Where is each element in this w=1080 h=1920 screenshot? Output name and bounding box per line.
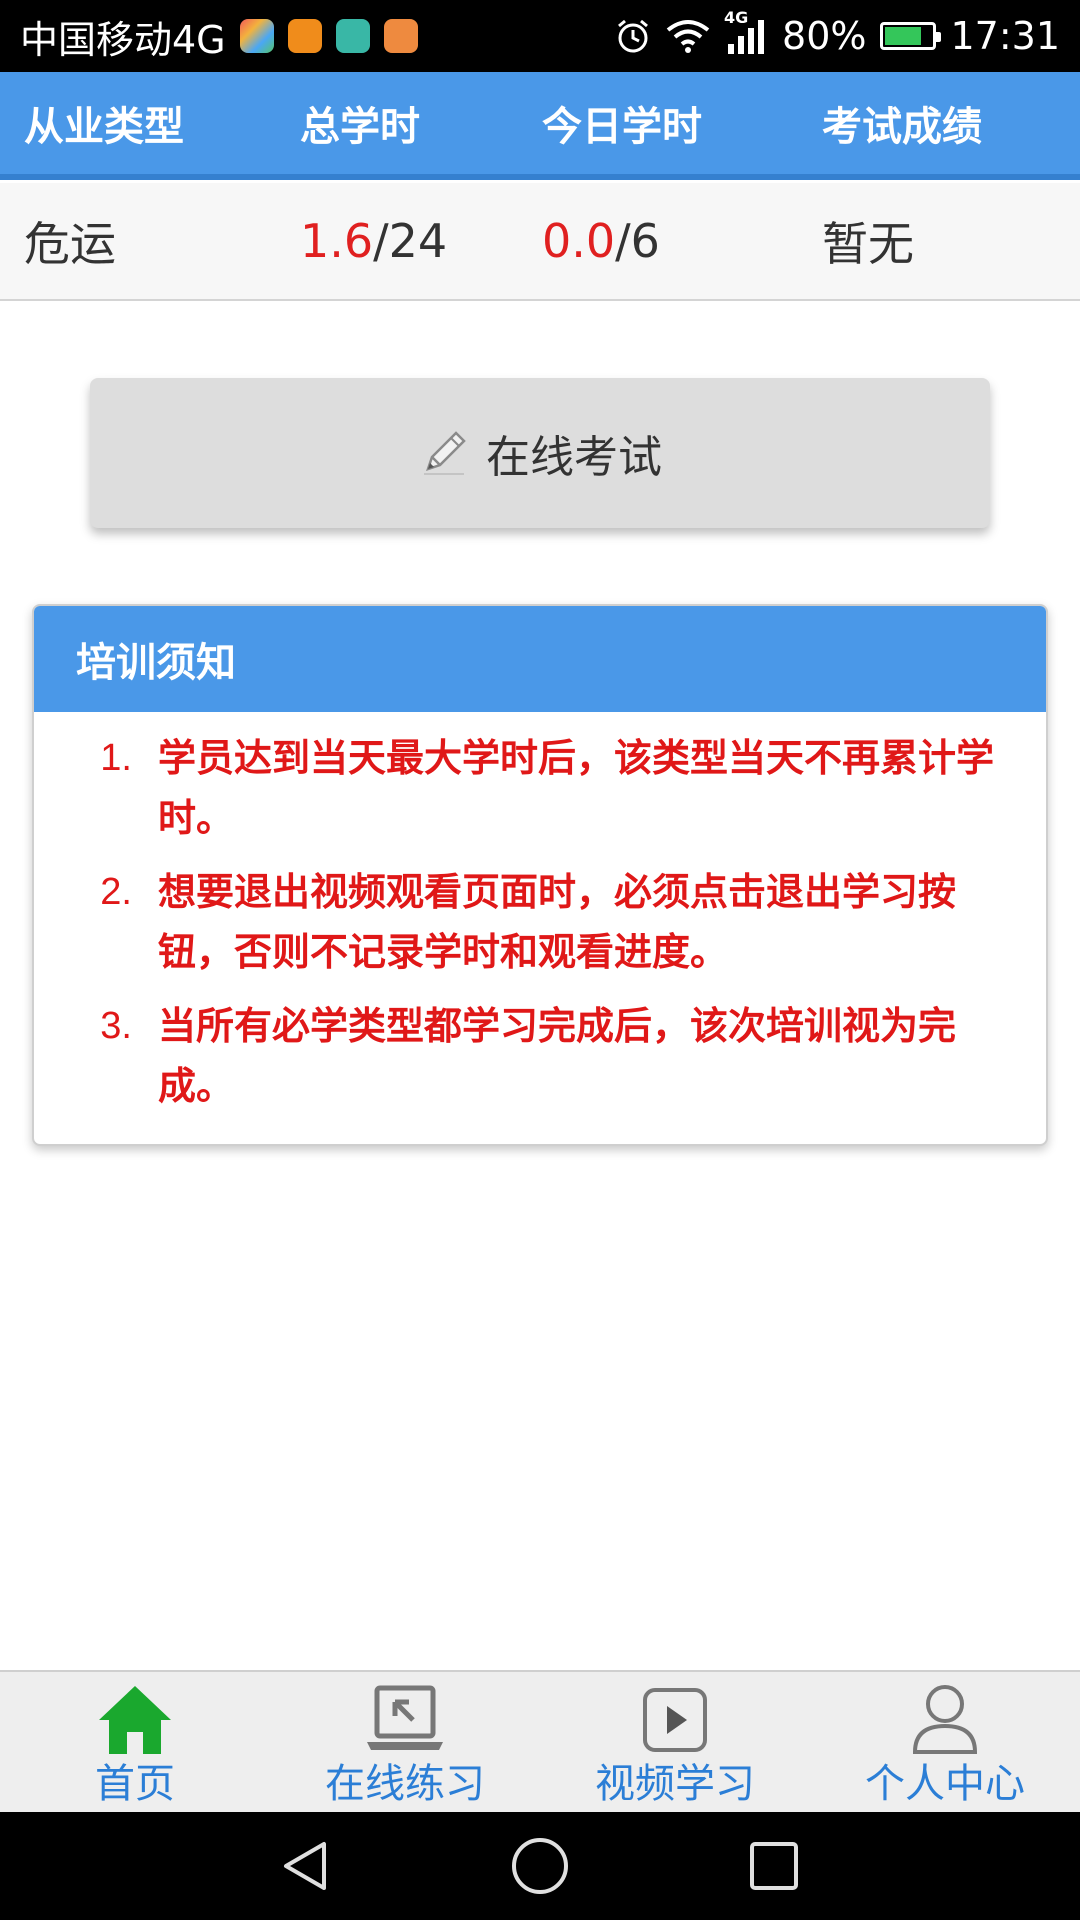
bottom-nav: 首页 在线练习 视频学习 个人中心 bbox=[0, 1670, 1080, 1812]
clock: 17:31 bbox=[950, 14, 1060, 58]
back-button[interactable] bbox=[274, 1834, 338, 1898]
notice-text: 当所有必学类型都学习完成后，该次培训视为完成。 bbox=[158, 1004, 957, 1108]
recents-button[interactable] bbox=[742, 1834, 806, 1898]
total-hours-required: /24 bbox=[373, 214, 448, 268]
study-table-header: 从业类型 总学时 今日学时 考试成绩 bbox=[0, 72, 1080, 180]
laptop-icon bbox=[367, 1685, 443, 1750]
online-exam-button[interactable]: 在线考试 bbox=[90, 378, 990, 528]
status-right: 4G 80% 17:31 bbox=[614, 8, 1060, 58]
nav-item-practice[interactable]: 在线练习 bbox=[270, 1672, 540, 1812]
nav-label-practice: 在线练习 bbox=[325, 1761, 485, 1807]
notice-number: 3. bbox=[100, 1005, 132, 1047]
notice-text: 想要退出视频观看页面时，必须点击退出学习按钮，否则不记录学时和观看进度。 bbox=[158, 870, 957, 974]
nav-label-home: 首页 bbox=[95, 1761, 175, 1807]
notice-text: 学员达到当天最大学时后，该类型当天不再累计学时。 bbox=[158, 736, 995, 840]
nav-item-home[interactable]: 首页 bbox=[0, 1672, 270, 1812]
total-hours-done: 1.6 bbox=[300, 214, 374, 268]
header-job-type: 从业类型 bbox=[24, 104, 184, 150]
today-hours-done: 0.0 bbox=[542, 214, 616, 268]
back-triangle-icon bbox=[284, 1842, 326, 1890]
today-hours-required: /6 bbox=[615, 214, 660, 268]
nav-item-profile[interactable]: 个人中心 bbox=[810, 1672, 1080, 1812]
list-item: 3. 当所有必学类型都学习完成后，该次培训视为完成。 bbox=[34, 996, 1006, 1116]
battery-icon bbox=[880, 22, 942, 50]
person-icon bbox=[912, 1685, 978, 1754]
signal-icon bbox=[728, 20, 765, 54]
today-hours-value: 0.0/6 bbox=[542, 214, 660, 268]
home-system-button[interactable] bbox=[508, 1834, 572, 1898]
nav-label-profile: 个人中心 bbox=[865, 1761, 1025, 1807]
nav-label-video: 视频学习 bbox=[595, 1761, 755, 1807]
pencil-icon bbox=[424, 431, 466, 475]
android-notification-icon bbox=[335, 19, 370, 53]
exam-score-value: 暂无 bbox=[822, 217, 914, 271]
battery-fill bbox=[885, 27, 922, 45]
header-today-hours: 今日学时 bbox=[542, 104, 702, 150]
battery-percent: 80% bbox=[782, 14, 867, 58]
home-icon bbox=[99, 1686, 171, 1754]
job-type-value: 危运 bbox=[24, 217, 116, 271]
list-item: 1. 学员达到当天最大学时后，该类型当天不再累计学时。 bbox=[34, 728, 1006, 848]
online-exam-label: 在线考试 bbox=[486, 432, 662, 483]
notice-number: 1. bbox=[100, 737, 132, 779]
signal-indicator: 4G bbox=[724, 8, 768, 56]
play-icon bbox=[643, 1688, 707, 1752]
nav-item-video[interactable]: 视频学习 bbox=[540, 1672, 810, 1812]
list-item: 2. 想要退出视频观看页面时，必须点击退出学习按钮，否则不记录学时和观看进度。 bbox=[34, 862, 1006, 982]
notice-list: 1. 学员达到当天最大学时后，该类型当天不再累计学时。 2. 想要退出视频观看页… bbox=[34, 712, 1046, 1116]
status-left: 中国移动4G bbox=[20, 9, 418, 64]
total-hours-value: 1.6/24 bbox=[300, 214, 447, 268]
header-exam-score: 考试成绩 bbox=[822, 104, 982, 150]
health-app-notification-icon bbox=[287, 19, 322, 53]
home-circle-icon bbox=[512, 1838, 568, 1894]
carrier-label: 中国移动4G bbox=[20, 17, 226, 62]
app-notification-icon bbox=[239, 19, 274, 53]
header-total-hours: 总学时 bbox=[300, 104, 420, 150]
recents-square-icon bbox=[750, 1842, 798, 1890]
table-row: 危运 1.6/24 0.0/6 暂无 bbox=[0, 183, 1080, 301]
training-notice-card: 培训须知 1. 学员达到当天最大学时后，该类型当天不再累计学时。 2. 想要退出… bbox=[32, 604, 1048, 1146]
system-nav-bar bbox=[0, 1812, 1080, 1920]
notice-number: 2. bbox=[100, 871, 132, 913]
cloud-notification-icon bbox=[383, 19, 418, 53]
alarm-icon bbox=[618, 19, 648, 53]
status-bar: 中国移动4G 4G 80% 17:31 bbox=[0, 0, 1080, 72]
training-notice-title: 培训须知 bbox=[34, 606, 1046, 712]
wifi-icon bbox=[666, 20, 710, 53]
